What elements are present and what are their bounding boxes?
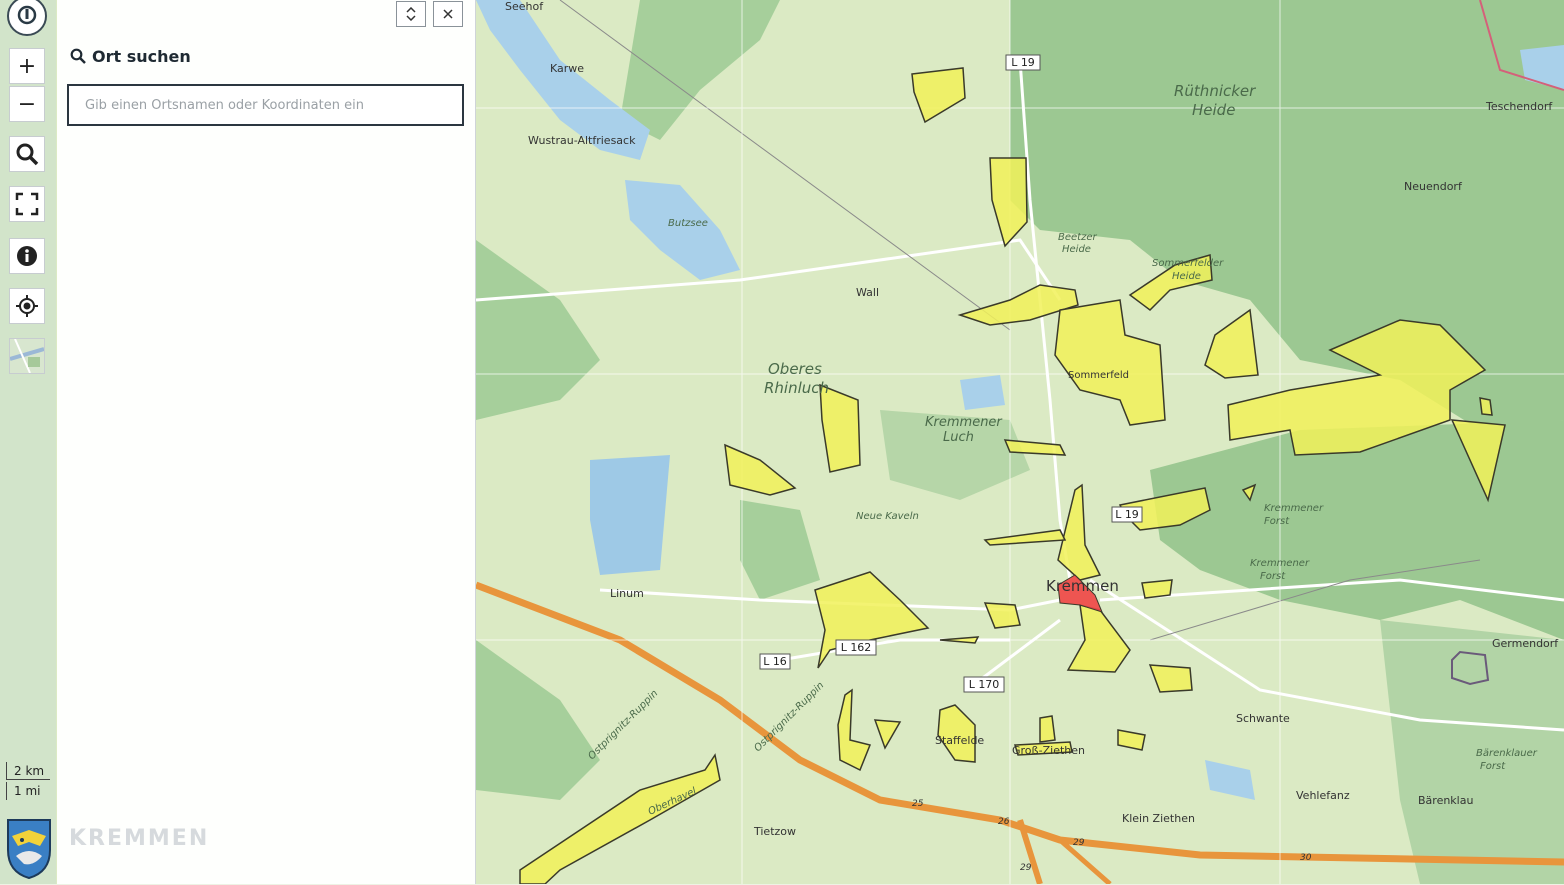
place-label: Kremmener — [1264, 503, 1324, 514]
collapse-icon — [406, 7, 416, 21]
place-label: Rhinluch — [764, 379, 829, 397]
parcel — [1479, 397, 1493, 416]
place-label: Seehof — [505, 0, 544, 13]
place-label: Wustrau-Altfriesack — [528, 134, 636, 147]
svg-text:25: 25 — [912, 799, 924, 809]
place-label: Bärenklau — [1418, 794, 1473, 807]
search-input[interactable] — [67, 84, 464, 126]
place-label: Schwante — [1236, 712, 1290, 725]
place-label: Karwe — [550, 62, 584, 75]
place-label: Forst — [1480, 761, 1506, 772]
place-label: Luch — [943, 430, 974, 445]
place-label: Heide — [1172, 271, 1201, 282]
map-toolbar: + − 2 km 1 mi — [0, 0, 56, 884]
place-label: Vehlefanz — [1296, 789, 1350, 802]
place-label: Germendorf — [1492, 637, 1559, 650]
place-label: Kremmener — [1250, 558, 1310, 569]
road-label: L 19 — [1115, 508, 1139, 521]
lake — [960, 375, 1005, 410]
place-label: Sommerfeld — [1068, 370, 1129, 381]
panel-title-text: Ort suchen — [92, 46, 191, 66]
collapse-button[interactable] — [396, 1, 426, 27]
place-label: Forst — [1264, 516, 1290, 527]
road-label: L 16 — [763, 655, 787, 668]
place-label: Kremmener — [925, 415, 1003, 430]
road-label: L 162 — [841, 641, 872, 654]
zoom-out-button[interactable]: − — [9, 86, 45, 122]
place-label: Wall — [856, 286, 879, 299]
locate-button[interactable] — [9, 288, 45, 324]
place-label: Linum — [610, 587, 644, 600]
svg-text:30: 30 — [1300, 853, 1312, 863]
place-label: Neuendorf — [1404, 180, 1463, 193]
place-label: Sommerfelder — [1152, 258, 1224, 269]
parcel — [1141, 579, 1173, 599]
place-label: Beetzer — [1058, 232, 1097, 243]
place-label: Rüthnicker — [1174, 82, 1256, 100]
place-label: Teschendorf — [1485, 100, 1553, 113]
info-button[interactable] — [9, 238, 45, 274]
place-label: Forst — [1260, 571, 1286, 582]
search-icon — [70, 48, 86, 64]
parcel — [1039, 715, 1056, 743]
place-label: Kremmen — [1046, 577, 1119, 595]
road-label: L 170 — [969, 678, 1000, 691]
place-label: Heide — [1062, 244, 1091, 255]
place-label: Klein Ziethen — [1122, 812, 1195, 825]
fullscreen-icon — [15, 192, 39, 216]
info-icon — [17, 246, 37, 266]
kremmen-crest-logo[interactable] — [4, 816, 54, 880]
zoom-in-button[interactable]: + — [9, 48, 45, 84]
wetland — [590, 455, 670, 575]
crosshair-icon — [16, 295, 38, 317]
place-label: Tietzow — [753, 825, 796, 838]
close-icon — [443, 9, 453, 19]
layer-thumbnail-icon — [10, 339, 44, 373]
fullscreen-button[interactable] — [9, 186, 45, 222]
place-label: Groß-Ziethen — [1012, 744, 1085, 757]
place-label: Staffelde — [935, 734, 984, 747]
place-label: Heide — [1192, 101, 1235, 119]
place-label: Neue Kaveln — [856, 511, 919, 522]
place-label: Bärenklauer — [1476, 748, 1538, 759]
map-pin-icon[interactable] — [7, 0, 47, 36]
search-icon — [16, 143, 39, 166]
close-panel-button[interactable] — [433, 1, 463, 27]
search-panel: Ort suchen KREMMEN — [57, 0, 476, 884]
svg-text:26: 26 — [998, 817, 1010, 827]
svg-text:29: 29 — [1020, 863, 1032, 873]
search-button[interactable] — [9, 136, 45, 172]
road-label: L 19 — [1011, 56, 1035, 69]
panel-title: Ort suchen — [70, 44, 191, 68]
layer-switcher-button[interactable] — [9, 338, 45, 374]
branding-watermark: KREMMEN — [69, 826, 210, 851]
place-label: Oberes — [768, 360, 822, 378]
svg-text:29: 29 — [1073, 838, 1085, 848]
place-label: Butzsee — [668, 218, 708, 229]
